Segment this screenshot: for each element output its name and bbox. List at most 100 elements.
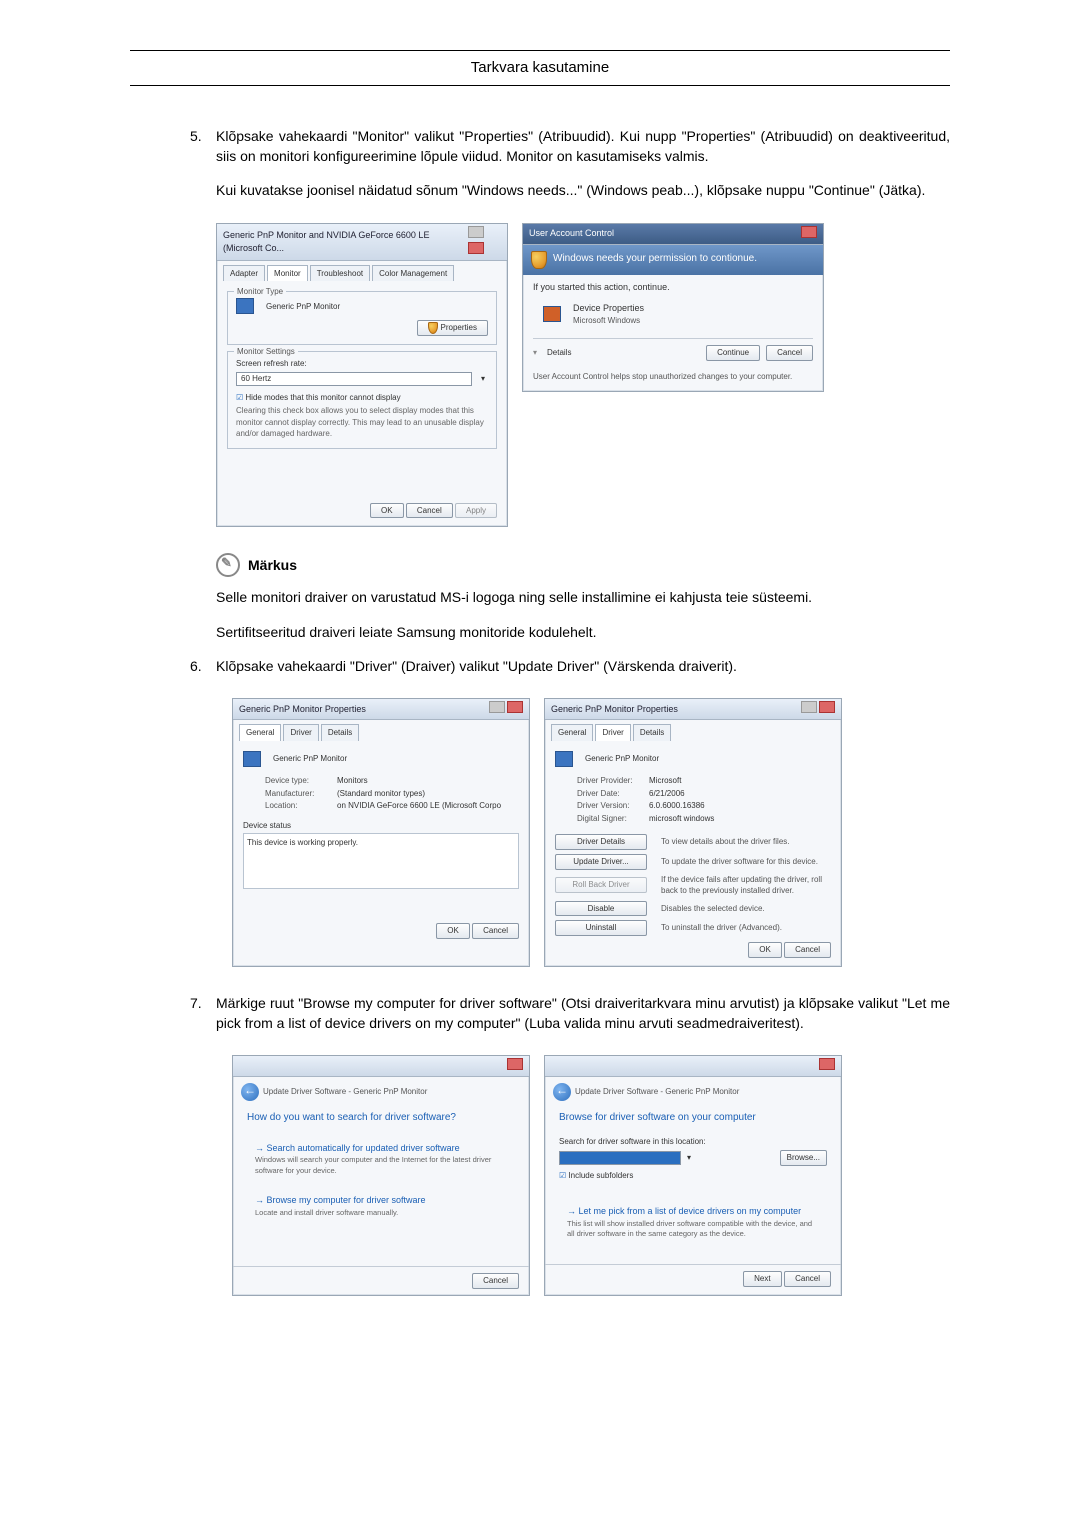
cancel-button[interactable]: Cancel [784, 942, 831, 958]
dialog-title: Generic PnP Monitor Properties [239, 703, 366, 716]
properties-button[interactable]: Properties [417, 320, 488, 336]
update-driver-wizard-browse: Update Driver Software - Generic PnP Mon… [544, 1055, 842, 1296]
location-input[interactable] [559, 1151, 681, 1165]
shield-icon [531, 251, 547, 269]
close-icon[interactable] [819, 1058, 835, 1070]
step-5-paragraph-1: Klõpsake vahekaardi "Monitor" valikut "P… [216, 126, 950, 167]
wizard-breadcrumb: Update Driver Software - Generic PnP Mon… [575, 1086, 739, 1098]
uac-program-name: Device Properties [573, 302, 644, 315]
hide-modes-checkbox[interactable]: Hide modes that this monitor cannot disp… [236, 392, 488, 404]
ok-button[interactable]: OK [370, 503, 404, 519]
manufacturer-value: (Standard monitor types) [337, 788, 425, 800]
tab-driver[interactable]: Driver [283, 724, 318, 741]
tab-adapter[interactable]: Adapter [223, 265, 265, 282]
step-5-paragraph-2: Kui kuvatakse joonisel näidatud sõnum "W… [216, 180, 950, 200]
tab-troubleshoot[interactable]: Troubleshoot [310, 265, 370, 282]
update-driver-button[interactable]: Update Driver... [555, 854, 647, 870]
note-paragraph-2: Sertifitseeritud draiveri leiate Samsung… [216, 622, 950, 642]
rollback-driver-desc: If the device fails after updating the d… [661, 874, 831, 897]
tab-monitor[interactable]: Monitor [267, 265, 308, 282]
disable-desc: Disables the selected device. [661, 903, 831, 915]
driver-provider-label: Driver Provider: [577, 775, 649, 787]
monitor-properties-dialog: Generic PnP Monitor and NVIDIA GeForce 6… [216, 223, 508, 528]
update-driver-wizard-search: Update Driver Software - Generic PnP Mon… [232, 1055, 530, 1296]
driver-version-value: 6.0.6000.16386 [649, 800, 705, 812]
driver-details-button[interactable]: Driver Details [555, 834, 647, 850]
option-pick-from-list[interactable]: → Let me pick from a list of device driv… [559, 1199, 827, 1246]
uac-footer: User Account Control helps stop unauthor… [533, 371, 813, 383]
device-status-legend: Device status [243, 820, 519, 832]
next-button[interactable]: Next [743, 1271, 781, 1287]
include-subfolders-checkbox[interactable]: Include subfolders [559, 1170, 827, 1182]
driver-date-label: Driver Date: [577, 788, 649, 800]
disable-button[interactable]: Disable [555, 901, 647, 917]
ok-button[interactable]: OK [748, 942, 782, 958]
uac-publisher: Microsoft Windows [573, 315, 644, 327]
driver-date-value: 6/21/2006 [649, 788, 685, 800]
cancel-button[interactable]: Cancel [472, 1273, 519, 1289]
chevron-down-icon[interactable]: ▾ [533, 347, 537, 359]
uac-instruction: If you started this action, continue. [533, 281, 813, 294]
note-label: Märkus [248, 555, 297, 575]
cancel-button[interactable]: Cancel [406, 503, 453, 519]
close-icon[interactable] [507, 701, 523, 713]
dialog-title: Generic PnP Monitor Properties [551, 703, 678, 716]
location-label: Location: [265, 800, 337, 812]
device-icon [543, 306, 561, 322]
note-paragraph-1: Selle monitori draiver on varustatud MS-… [216, 587, 950, 607]
tab-general[interactable]: General [551, 724, 593, 741]
cancel-button[interactable]: Cancel [766, 345, 813, 361]
close-icon[interactable] [507, 1058, 523, 1070]
tab-details[interactable]: Details [321, 724, 359, 741]
back-icon[interactable] [241, 1083, 259, 1101]
monitor-properties-driver: Generic PnP Monitor Properties General D… [544, 698, 842, 966]
option-browse-computer[interactable]: → Browse my computer for driver software… [247, 1188, 515, 1224]
minimize-icon[interactable] [468, 226, 484, 238]
apply-button[interactable]: Apply [455, 503, 497, 519]
continue-button[interactable]: Continue [706, 345, 760, 361]
uac-banner-text: Windows needs your permission to contion… [553, 252, 757, 267]
tab-color-management[interactable]: Color Management [372, 265, 454, 282]
refresh-rate-select[interactable]: 60 Hertz [236, 372, 472, 386]
device-type-label: Device type: [265, 775, 337, 787]
uac-title: User Account Control [529, 227, 614, 240]
step-6-paragraph: Klõpsake vahekaardi "Driver" (Draiver) v… [216, 656, 950, 676]
driver-details-desc: To view details about the driver files. [661, 836, 831, 848]
cancel-button[interactable]: Cancel [784, 1271, 831, 1287]
digital-signer-value: microsoft windows [649, 813, 714, 825]
ok-button[interactable]: OK [436, 923, 470, 939]
monitor-icon [243, 751, 261, 767]
monitor-type-name: Generic PnP Monitor [266, 301, 340, 313]
option-search-automatically[interactable]: → Search automatically for updated drive… [247, 1136, 515, 1183]
location-value: on NVIDIA GeForce 6600 LE (Microsoft Cor… [337, 800, 501, 812]
uac-details-toggle[interactable]: Details [547, 347, 700, 359]
uninstall-button[interactable]: Uninstall [555, 920, 647, 936]
tab-driver[interactable]: Driver [595, 724, 630, 741]
wizard-breadcrumb: Update Driver Software - Generic PnP Mon… [263, 1086, 427, 1098]
uac-dialog: User Account Control Windows needs your … [522, 223, 824, 392]
step-6-number: 6. [190, 656, 216, 690]
manufacturer-label: Manufacturer: [265, 788, 337, 800]
browse-button[interactable]: Browse... [780, 1150, 827, 1166]
rollback-driver-button[interactable]: Roll Back Driver [555, 877, 647, 893]
driver-version-label: Driver Version: [577, 800, 649, 812]
dialog-title: Generic PnP Monitor and NVIDIA GeForce 6… [223, 229, 466, 255]
tab-details[interactable]: Details [633, 724, 671, 741]
wizard-heading: Browse for driver software on your compu… [559, 1111, 827, 1126]
device-type-value: Monitors [337, 775, 368, 787]
help-icon[interactable] [489, 701, 505, 713]
cancel-button[interactable]: Cancel [472, 923, 519, 939]
refresh-rate-label: Screen refresh rate: [236, 358, 488, 370]
step-7-paragraph: Märkige ruut "Browse my computer for dri… [216, 993, 950, 1034]
tab-general[interactable]: General [239, 724, 281, 741]
back-icon[interactable] [553, 1083, 571, 1101]
step-5-number: 5. [190, 126, 216, 215]
close-icon[interactable] [468, 242, 484, 254]
digital-signer-label: Digital Signer: [577, 813, 649, 825]
help-icon[interactable] [801, 701, 817, 713]
hide-modes-description: Clearing this check box allows you to se… [236, 405, 488, 440]
note-icon [216, 553, 240, 577]
close-icon[interactable] [819, 701, 835, 713]
monitor-properties-general: Generic PnP Monitor Properties General D… [232, 698, 530, 966]
close-icon[interactable] [801, 226, 817, 238]
